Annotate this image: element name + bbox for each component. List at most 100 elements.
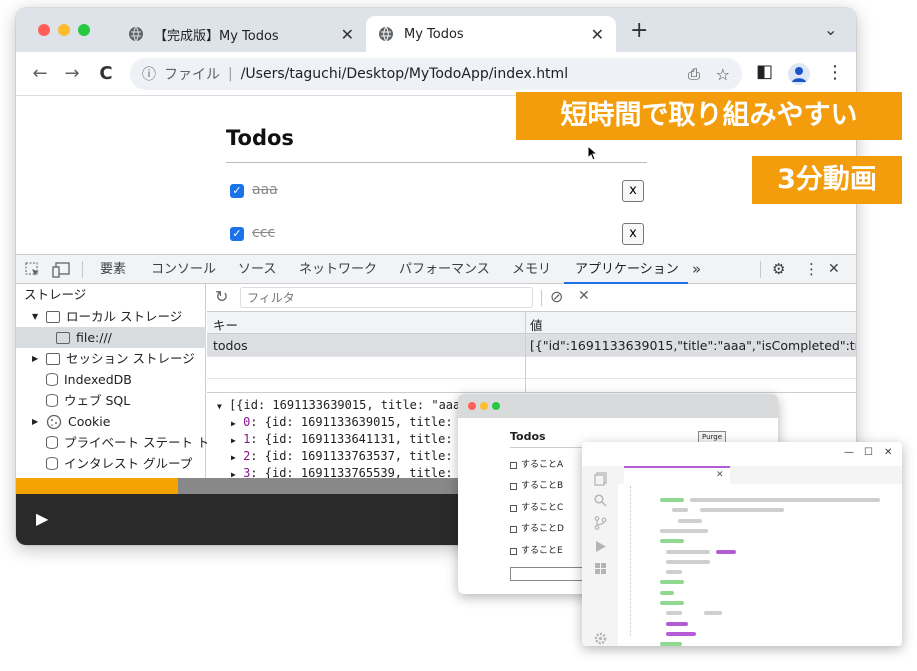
close-window-button[interactable] bbox=[468, 402, 476, 410]
tab-my-todos[interactable]: My Todos ✕ bbox=[366, 16, 616, 52]
devtools-tab-console[interactable]: コンソール bbox=[151, 255, 216, 284]
expand-arrow-icon[interactable]: ▶ bbox=[231, 436, 236, 445]
filter-input[interactable] bbox=[240, 287, 533, 308]
url-path: /Users/taguchi/Desktop/MyTodoApp/index.h… bbox=[240, 66, 569, 82]
new-tab-button[interactable]: + bbox=[630, 18, 648, 43]
sidebar-item-interest-groups[interactable]: インタレスト グループ bbox=[46, 453, 192, 474]
mini-todo-checkbox[interactable] bbox=[510, 461, 517, 469]
profile-avatar[interactable] bbox=[788, 63, 810, 85]
preview-item-line[interactable]: ▶ 2: {id: 1691133763537, title: " bbox=[231, 448, 467, 465]
column-header-value[interactable]: 値 bbox=[530, 315, 543, 334]
expand-arrow-icon[interactable]: ▼ bbox=[32, 306, 40, 327]
mini-todo-checkbox[interactable] bbox=[510, 547, 517, 555]
search-icon[interactable] bbox=[594, 494, 607, 507]
forward-button[interactable]: → bbox=[60, 62, 84, 86]
sidebar-item-local-storage[interactable]: ▼ ローカル ストレージ bbox=[32, 306, 182, 327]
tab-close-icon[interactable]: ✕ bbox=[341, 25, 354, 44]
preview-item-line[interactable]: ▶ 0: {id: 1691133639015, title: " bbox=[231, 414, 467, 431]
tab-label: 【完成版】My Todos bbox=[154, 28, 279, 44]
table-grid-icon bbox=[56, 331, 70, 344]
settings-gear-icon[interactable] bbox=[594, 632, 607, 645]
inspect-element-icon[interactable] bbox=[25, 262, 41, 278]
settings-gear-icon[interactable]: ⚙ bbox=[772, 255, 785, 284]
collapse-arrow-icon[interactable]: ▼ bbox=[217, 402, 222, 411]
devtools-tab-performance[interactable]: パフォーマンス bbox=[399, 255, 490, 284]
table-row[interactable]: todos [{"id":1691133639015,"title":"aaa"… bbox=[207, 334, 856, 356]
devtools-tab-sources[interactable]: ソース bbox=[238, 255, 276, 284]
browser-menu-icon[interactable]: ⋮ bbox=[826, 62, 844, 83]
code-line-placeholder bbox=[690, 498, 880, 502]
preview-text: : {id: 1691133639015, title: " bbox=[250, 415, 468, 429]
devtools-tab-network[interactable]: ネットワーク bbox=[299, 255, 377, 284]
expand-arrow-icon[interactable]: ▶ bbox=[231, 419, 236, 428]
storage-table: キー 値 todos [{"id":1691133639015,"title":… bbox=[207, 312, 856, 392]
sidebar-item-label: ウェブ SQL bbox=[64, 393, 131, 408]
code-line-placeholder bbox=[704, 611, 722, 616]
zoom-window-button[interactable] bbox=[492, 402, 500, 410]
source-control-icon[interactable] bbox=[594, 516, 607, 530]
code-editor-area[interactable] bbox=[632, 486, 902, 646]
mini-todo-checkbox[interactable] bbox=[510, 482, 517, 490]
cookie-icon bbox=[46, 414, 62, 429]
preview-root-line[interactable]: ▼ [{id: 1691133639015, title: "aaa" bbox=[217, 397, 467, 414]
explorer-files-icon[interactable] bbox=[594, 472, 607, 486]
extensions-icon[interactable] bbox=[594, 562, 607, 575]
mini-todo-checkbox[interactable] bbox=[510, 525, 517, 533]
sidebar-item-file-origin[interactable]: file:/// bbox=[16, 327, 206, 348]
address-bar[interactable]: ⓘ ファイル | /Users/taguchi/Desktop/MyTodoAp… bbox=[130, 58, 742, 90]
maximize-icon[interactable]: ☐ bbox=[864, 447, 873, 458]
preview-text: : {id: 1691133763537, title: " bbox=[250, 449, 468, 463]
share-icon[interactable]: ⎙ bbox=[688, 65, 700, 83]
devtools-tab-elements[interactable]: 要素 bbox=[100, 255, 126, 284]
minimize-icon[interactable]: — bbox=[844, 447, 854, 458]
tab-close-icon[interactable]: ✕ bbox=[591, 25, 604, 44]
todo-checkbox[interactable]: ✓ bbox=[230, 227, 244, 241]
expand-arrow-icon[interactable]: ▶ bbox=[32, 411, 40, 432]
expand-arrow-icon[interactable]: ▶ bbox=[32, 348, 40, 369]
devtools-tab-memory[interactable]: メモリ bbox=[512, 255, 551, 284]
clear-all-icon[interactable]: ⊘ bbox=[550, 287, 563, 306]
reload-button[interactable]: C bbox=[94, 62, 118, 86]
minimize-window-button[interactable] bbox=[480, 402, 488, 410]
side-panel-icon[interactable]: ◧ bbox=[756, 61, 773, 82]
tab-complete-version[interactable]: 【完成版】My Todos ✕ bbox=[116, 16, 366, 52]
sidebar-item-web-sql[interactable]: ウェブ SQL bbox=[46, 390, 130, 411]
zoom-window-button[interactable] bbox=[78, 24, 90, 36]
todo-checkbox[interactable]: ✓ bbox=[230, 184, 244, 198]
globe-icon bbox=[379, 26, 393, 42]
refresh-icon[interactable]: ↻ bbox=[215, 287, 228, 306]
tab-search-chevron-icon[interactable]: ⌄ bbox=[824, 20, 837, 39]
more-tabs-icon[interactable]: » bbox=[692, 255, 701, 284]
sidebar-item-private-state-tokens[interactable]: プライベート ステート ト bbox=[46, 432, 209, 453]
sidebar-item-indexeddb[interactable]: IndexedDB bbox=[46, 369, 132, 390]
run-debug-icon[interactable] bbox=[594, 540, 607, 553]
sidebar-item-cookie[interactable]: ▶ Cookie bbox=[32, 411, 110, 432]
delete-selected-icon[interactable]: ✕ bbox=[578, 288, 590, 304]
code-line-placeholder bbox=[660, 528, 708, 533]
mini-todo-item: することD bbox=[510, 522, 564, 536]
column-divider bbox=[525, 334, 526, 392]
play-button[interactable]: ▶ bbox=[36, 509, 48, 528]
editor-tab[interactable]: ✕ bbox=[624, 466, 730, 484]
mini-todo-checkbox[interactable] bbox=[510, 504, 517, 512]
close-window-button[interactable] bbox=[38, 24, 50, 36]
minimize-window-button[interactable] bbox=[58, 24, 70, 36]
close-icon[interactable]: ✕ bbox=[884, 447, 892, 458]
delete-todo-button[interactable]: x bbox=[622, 223, 644, 245]
devtools-menu-icon[interactable]: ⋮ bbox=[804, 255, 819, 284]
devtools-tab-application[interactable]: アプリケーション bbox=[575, 255, 679, 284]
sidebar-item-label: file:/// bbox=[76, 330, 112, 345]
expand-arrow-icon[interactable]: ▶ bbox=[231, 453, 236, 462]
back-button[interactable]: ← bbox=[28, 62, 52, 86]
info-icon[interactable]: ⓘ bbox=[142, 64, 156, 84]
device-toolbar-icon[interactable] bbox=[52, 262, 70, 278]
delete-todo-button[interactable]: x bbox=[622, 180, 644, 202]
tab-close-icon[interactable]: ✕ bbox=[716, 470, 724, 480]
devtools-close-icon[interactable]: ✕ bbox=[828, 255, 840, 284]
bookmark-star-icon[interactable]: ☆ bbox=[716, 65, 730, 84]
sidebar-item-session-storage[interactable]: ▶ セッション ストレージ bbox=[32, 348, 195, 369]
sidebar-item-label: セッション ストレージ bbox=[66, 351, 195, 366]
column-header-key[interactable]: キー bbox=[213, 315, 238, 334]
preview-text: [{id: 1691133639015, title: "aaa" bbox=[229, 398, 468, 412]
preview-item-line[interactable]: ▶ 1: {id: 1691133641131, title: " bbox=[231, 431, 467, 448]
